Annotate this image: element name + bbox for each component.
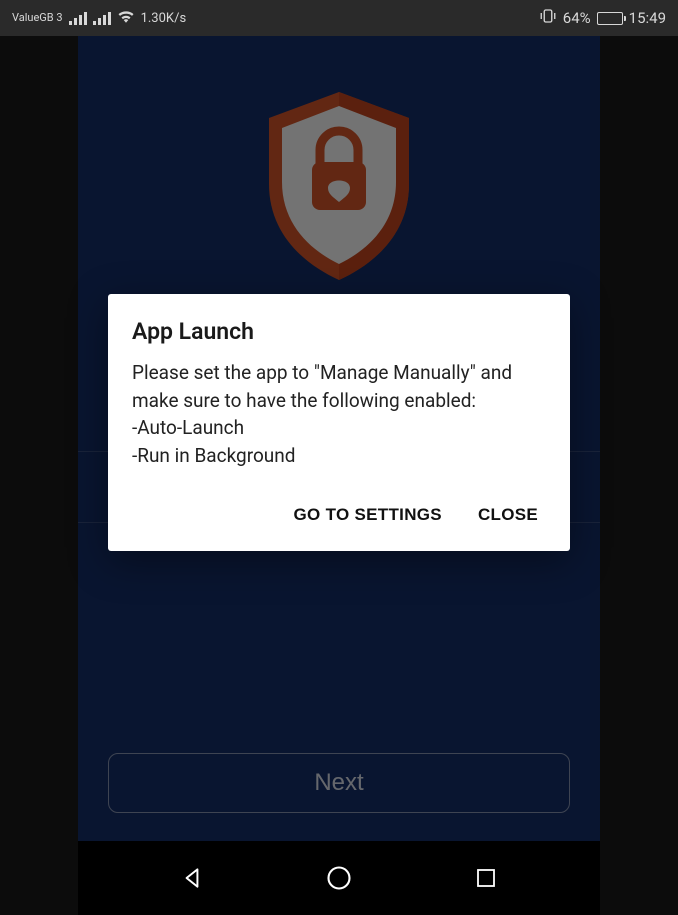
- clock: 15:49: [629, 9, 666, 27]
- dialog-title: App Launch: [132, 318, 546, 345]
- signal-icon: [69, 12, 87, 25]
- home-button[interactable]: [321, 860, 357, 896]
- device-frame: ValueGB 3 1.30K/s 64% 15:49: [0, 0, 678, 915]
- close-button[interactable]: CLOSE: [474, 497, 542, 533]
- data-rate: 1.30K/s: [141, 11, 187, 26]
- battery-icon: [597, 12, 623, 25]
- back-button[interactable]: [174, 860, 210, 896]
- go-to-settings-button[interactable]: GO TO SETTINGS: [290, 497, 446, 533]
- vibrate-icon: [539, 8, 557, 28]
- dialog-actions: GO TO SETTINGS CLOSE: [132, 491, 546, 539]
- status-left: ValueGB 3 1.30K/s: [12, 9, 186, 27]
- battery-percent: 64%: [563, 9, 591, 27]
- square-recent-icon: [474, 866, 498, 890]
- recent-apps-button[interactable]: [468, 860, 504, 896]
- carrier-label: ValueGB 3: [12, 12, 63, 24]
- signal-icon: [93, 12, 111, 25]
- navigation-bar: [78, 841, 600, 915]
- dialog-body: Please set the app to "Manage Manually" …: [132, 359, 546, 469]
- app-launch-dialog: App Launch Please set the app to "Manage…: [108, 294, 570, 551]
- status-bar: ValueGB 3 1.30K/s 64% 15:49: [0, 0, 678, 36]
- wifi-icon: [117, 9, 135, 27]
- circle-home-icon: [325, 864, 353, 892]
- triangle-back-icon: [179, 865, 205, 891]
- status-right: 64% 15:49: [539, 8, 666, 28]
